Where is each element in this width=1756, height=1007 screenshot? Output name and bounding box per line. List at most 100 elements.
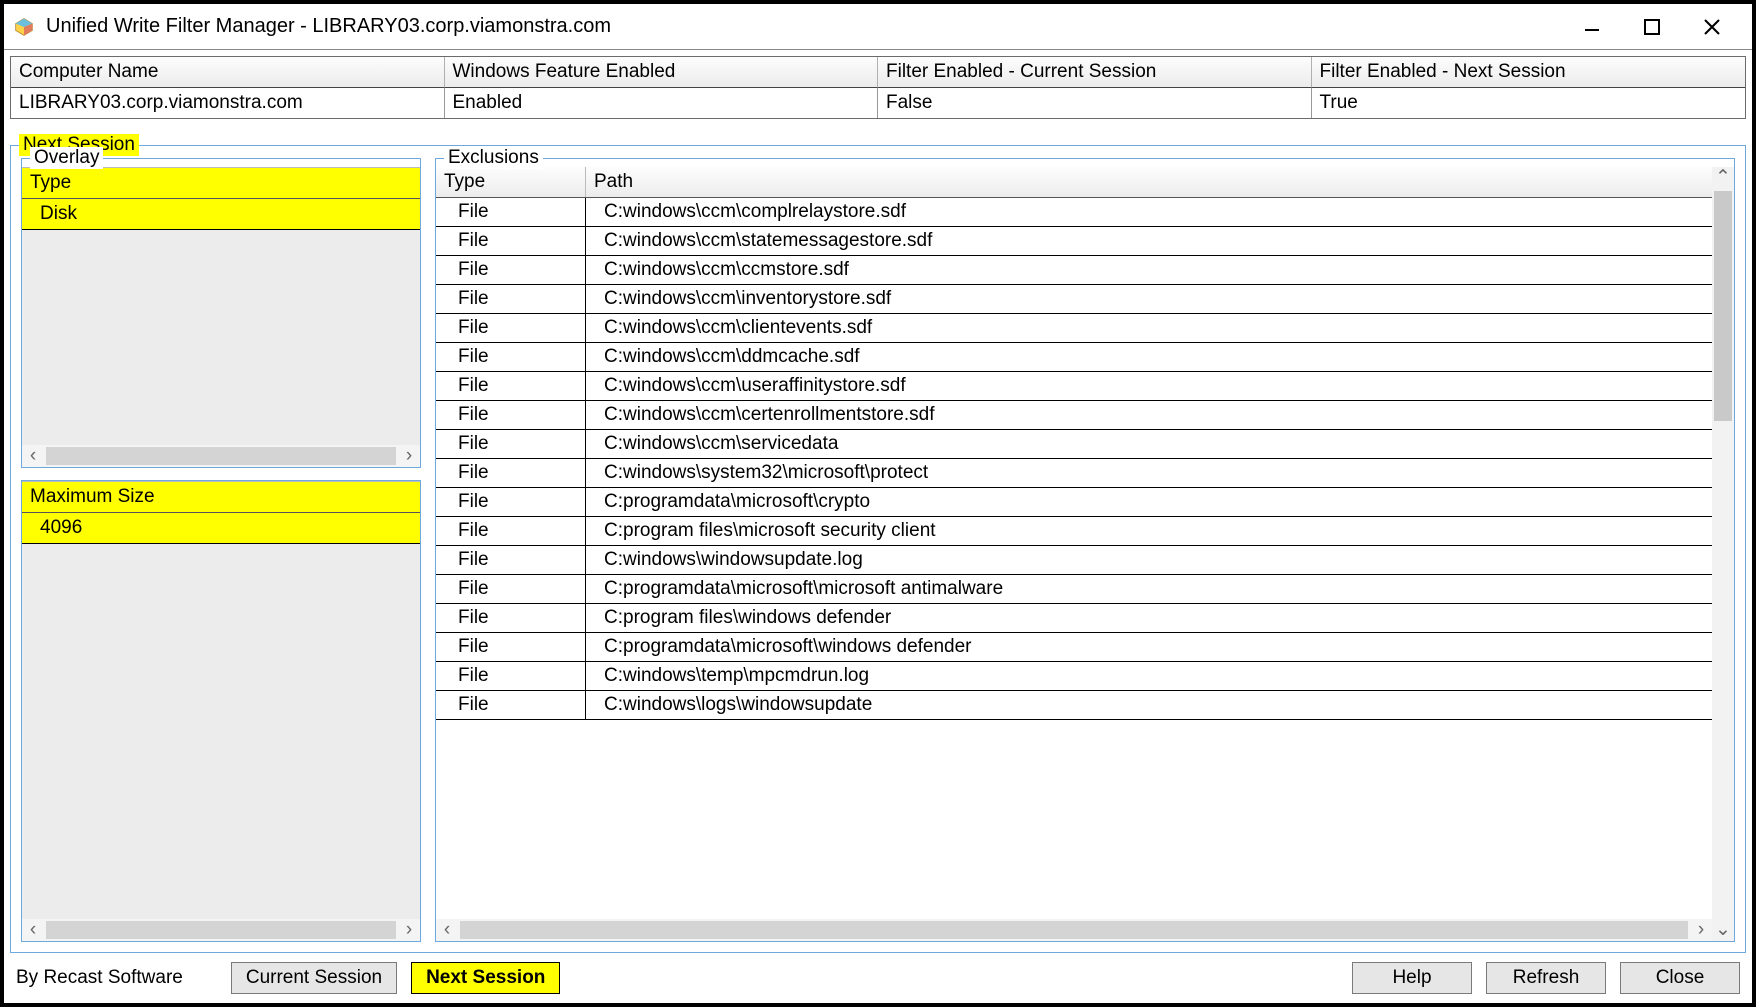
current-session-button[interactable]: Current Session xyxy=(231,962,397,994)
overlay-maxsize-grid: Maximum Size 4096 ‹ › xyxy=(22,481,420,941)
exclusions-cell-path: C:windows\ccm\statemessagestore.sdf xyxy=(586,227,1712,255)
computer-summary-grid: Computer Name Windows Feature Enabled Fi… xyxy=(10,56,1746,119)
overlay-type-scrollbar[interactable]: ‹ › xyxy=(22,445,420,467)
exclusions-row[interactable]: FileC:programdata\microsoft\crypto xyxy=(436,488,1712,517)
exclusions-cell-path: C:windows\windowsupdate.log xyxy=(586,546,1712,574)
exclusions-row[interactable]: FileC:windows\temp\mpcmdrun.log xyxy=(436,662,1712,691)
exclusions-cell-path: C:windows\ccm\complrelaystore.sdf xyxy=(586,198,1712,226)
exclusions-cell-type: File xyxy=(436,372,586,400)
exclusions-cell-path: C:windows\ccm\servicedata xyxy=(586,430,1712,458)
exclusions-cell-path: C:windows\ccm\clientevents.sdf xyxy=(586,314,1712,342)
col-filter-next[interactable]: Filter Enabled - Next Session xyxy=(1312,57,1746,87)
col-filter-current[interactable]: Filter Enabled - Current Session xyxy=(878,57,1312,87)
exclusions-row[interactable]: FileC:program files\windows defender xyxy=(436,604,1712,633)
exclusions-row[interactable]: FileC:windows\ccm\inventorystore.sdf xyxy=(436,285,1712,314)
exclusions-cell-path: C:windows\logs\windowsupdate xyxy=(586,691,1712,719)
col-computer-name[interactable]: Computer Name xyxy=(11,57,445,87)
cell-filter-current: False xyxy=(878,87,1312,118)
exclusions-cell-type: File xyxy=(436,198,586,226)
app-icon xyxy=(14,17,34,37)
exclusions-row[interactable]: FileC:windows\ccm\ccmstore.sdf xyxy=(436,256,1712,285)
exclusions-cell-type: File xyxy=(436,488,586,516)
exclusions-cell-path: C:programdata\microsoft\microsoft antima… xyxy=(586,575,1712,603)
computer-row[interactable]: LIBRARY03.corp.viamonstra.com Enabled Fa… xyxy=(11,87,1745,118)
exclusions-cell-path: C:programdata\microsoft\crypto xyxy=(586,488,1712,516)
exclusions-row[interactable]: FileC:windows\ccm\ddmcache.sdf xyxy=(436,343,1712,372)
exclusions-cell-type: File xyxy=(436,430,586,458)
exclusions-row[interactable]: FileC:windows\system32\microsoft\protect xyxy=(436,459,1712,488)
exclusions-col-type[interactable]: Type xyxy=(436,167,586,197)
help-button[interactable]: Help xyxy=(1352,962,1472,994)
close-window-button[interactable] xyxy=(1682,4,1742,50)
overlay-panel: Overlay Type Disk ‹ › xyxy=(21,158,421,468)
exclusions-row[interactable]: FileC:windows\ccm\complrelaystore.sdf xyxy=(436,198,1712,227)
next-session-group: Next Session Overlay Type Disk ‹ xyxy=(10,145,1746,953)
exclusions-panel: Exclusions Type Path FileC:windows\ccm\c… xyxy=(435,158,1735,942)
exclusions-cell-path: C:programdata\microsoft\windows defender xyxy=(586,633,1712,661)
exclusions-cell-type: File xyxy=(436,662,586,690)
exclusions-row[interactable]: FileC:windows\ccm\certenrollmentstore.sd… xyxy=(436,401,1712,430)
titlebar: Unified Write Filter Manager - LIBRARY03… xyxy=(4,4,1752,50)
exclusions-hscrollbar[interactable]: ‹ › xyxy=(436,919,1712,941)
minimize-button[interactable] xyxy=(1562,4,1622,50)
overlay-maxsize-value[interactable]: 4096 xyxy=(22,513,420,544)
exclusions-col-path[interactable]: Path xyxy=(586,167,1712,197)
maxsize-panel: Maximum Size 4096 ‹ › xyxy=(21,480,421,942)
cell-feature-enabled: Enabled xyxy=(445,87,879,118)
exclusions-cell-path: C:program files\windows defender xyxy=(586,604,1712,632)
overlay-label: Overlay xyxy=(30,147,103,169)
exclusions-cell-type: File xyxy=(436,285,586,313)
scroll-right-icon[interactable]: › xyxy=(398,445,420,467)
overlay-maxsize-scrollbar[interactable]: ‹ › xyxy=(22,919,420,941)
exclusions-cell-type: File xyxy=(436,227,586,255)
exclusions-cell-path: C:windows\ccm\useraffinitystore.sdf xyxy=(586,372,1712,400)
scroll-left-icon[interactable]: ‹ xyxy=(436,919,458,941)
exclusions-cell-type: File xyxy=(436,343,586,371)
col-feature-enabled[interactable]: Windows Feature Enabled xyxy=(445,57,879,87)
exclusions-cell-path: C:windows\ccm\inventorystore.sdf xyxy=(586,285,1712,313)
vendor-label: By Recast Software xyxy=(16,967,183,989)
exclusions-cell-type: File xyxy=(436,459,586,487)
exclusions-cell-type: File xyxy=(436,517,586,545)
exclusions-row[interactable]: FileC:windows\ccm\statemessagestore.sdf xyxy=(436,227,1712,256)
overlay-maxsize-header[interactable]: Maximum Size xyxy=(22,482,420,512)
window-title: Unified Write Filter Manager - LIBRARY03… xyxy=(46,15,611,38)
exclusions-cell-path: C:windows\ccm\ddmcache.sdf xyxy=(586,343,1712,371)
close-button[interactable]: Close xyxy=(1620,962,1740,994)
maximize-button[interactable] xyxy=(1622,4,1682,50)
exclusions-cell-type: File xyxy=(436,575,586,603)
exclusions-cell-path: C:windows\ccm\certenrollmentstore.sdf xyxy=(586,401,1712,429)
exclusions-cell-type: File xyxy=(436,691,586,719)
overlay-type-header[interactable]: Type xyxy=(22,168,420,198)
exclusions-row[interactable]: FileC:programdata\microsoft\windows defe… xyxy=(436,633,1712,662)
scroll-left-icon[interactable]: ‹ xyxy=(22,919,44,941)
overlay-type-value[interactable]: Disk xyxy=(22,199,420,230)
exclusions-grid: Type Path FileC:windows\ccm\complrelayst… xyxy=(436,167,1712,941)
scroll-left-icon[interactable]: ‹ xyxy=(22,445,44,467)
exclusions-row[interactable]: FileC:program files\microsoft security c… xyxy=(436,517,1712,546)
exclusions-cell-type: File xyxy=(436,546,586,574)
footer-bar: By Recast Software Current Session Next … xyxy=(4,953,1752,1003)
cell-computer-name: LIBRARY03.corp.viamonstra.com xyxy=(11,87,445,118)
scroll-right-icon[interactable]: › xyxy=(398,919,420,941)
exclusions-row[interactable]: FileC:windows\ccm\useraffinitystore.sdf xyxy=(436,372,1712,401)
exclusions-vscrollbar[interactable]: ⌃ ⌄ xyxy=(1712,167,1734,941)
scroll-down-icon[interactable]: ⌄ xyxy=(1715,919,1731,941)
overlay-type-grid: Type Disk ‹ › xyxy=(22,167,420,467)
exclusions-row[interactable]: FileC:windows\windowsupdate.log xyxy=(436,546,1712,575)
exclusions-cell-path: C:windows\system32\microsoft\protect xyxy=(586,459,1712,487)
refresh-button[interactable]: Refresh xyxy=(1486,962,1606,994)
exclusions-cell-type: File xyxy=(436,633,586,661)
next-session-button[interactable]: Next Session xyxy=(411,962,560,994)
exclusions-row[interactable]: FileC:programdata\microsoft\microsoft an… xyxy=(436,575,1712,604)
exclusions-cell-type: File xyxy=(436,604,586,632)
scroll-right-icon[interactable]: › xyxy=(1690,919,1712,941)
exclusions-cell-path: C:windows\temp\mpcmdrun.log xyxy=(586,662,1712,690)
exclusions-row[interactable]: FileC:windows\logs\windowsupdate xyxy=(436,691,1712,720)
exclusions-row[interactable]: FileC:windows\ccm\clientevents.sdf xyxy=(436,314,1712,343)
scroll-up-icon[interactable]: ⌃ xyxy=(1715,167,1731,189)
exclusions-cell-type: File xyxy=(436,401,586,429)
exclusions-row[interactable]: FileC:windows\ccm\servicedata xyxy=(436,430,1712,459)
exclusions-cell-path: C:program files\microsoft security clien… xyxy=(586,517,1712,545)
exclusions-cell-path: C:windows\ccm\ccmstore.sdf xyxy=(586,256,1712,284)
